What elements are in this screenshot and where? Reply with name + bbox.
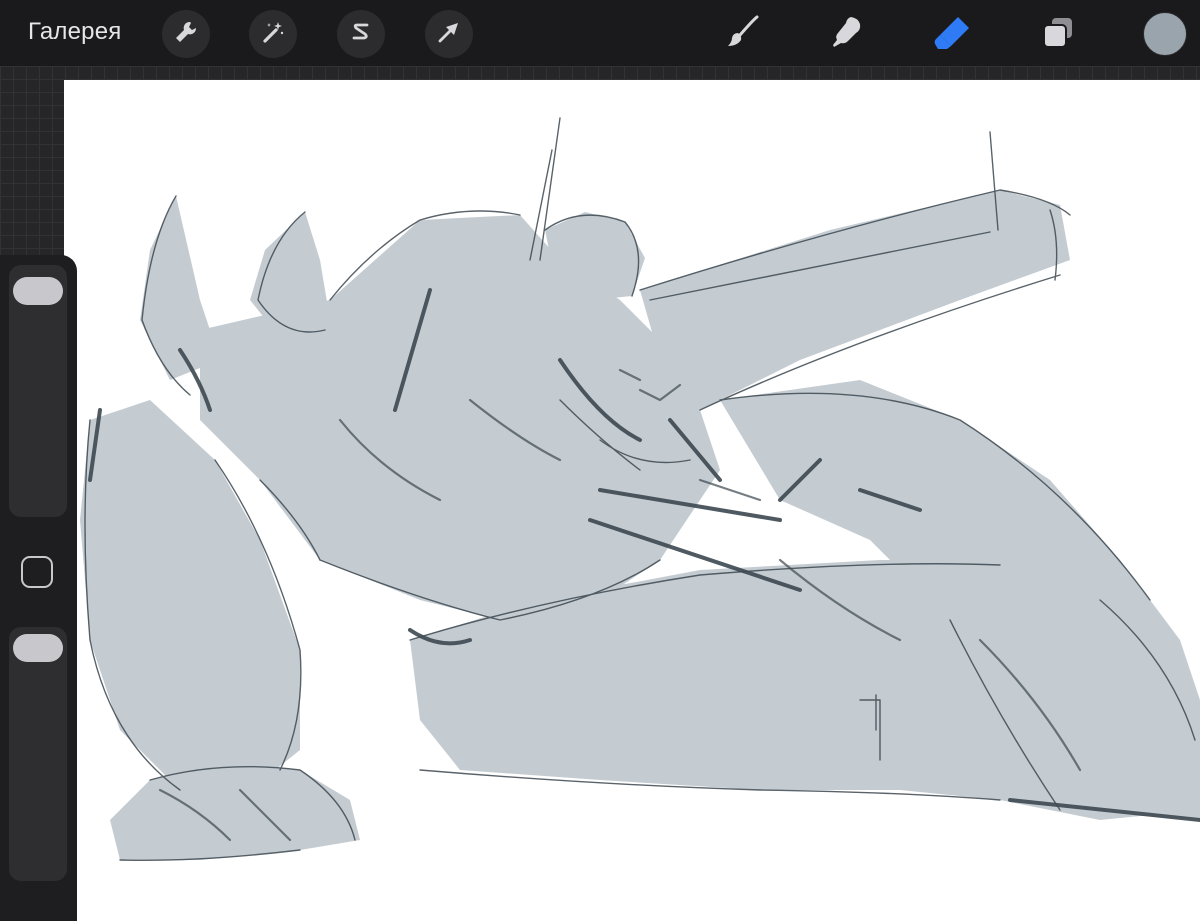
opacity-slider[interactable] xyxy=(9,627,67,881)
selection-tool-button[interactable] xyxy=(337,10,385,58)
smudge-finger-icon xyxy=(829,14,865,55)
magic-wand-icon xyxy=(260,19,286,50)
transform-tool-button[interactable] xyxy=(425,10,473,58)
eraser-icon xyxy=(932,14,972,55)
top-toolbar: Галерея xyxy=(0,0,1200,66)
actions-tool-button[interactable] xyxy=(162,10,210,58)
arrow-cursor-icon xyxy=(436,19,462,50)
procreate-app: Галерея xyxy=(0,0,1200,921)
layers-tool-button[interactable] xyxy=(1034,10,1082,58)
color-picker-button[interactable] xyxy=(1143,12,1187,56)
left-sidebar xyxy=(0,255,77,921)
gallery-button[interactable]: Галерея xyxy=(28,18,121,46)
eraser-tool-button[interactable] xyxy=(928,10,976,58)
drawing-canvas[interactable] xyxy=(64,80,1200,921)
opacity-handle[interactable] xyxy=(13,634,63,662)
wrench-icon xyxy=(173,19,199,50)
adjustments-tool-button[interactable] xyxy=(249,10,297,58)
layers-icon xyxy=(1040,14,1076,55)
brush-tool-button[interactable] xyxy=(718,10,766,58)
brush-icon xyxy=(724,14,760,55)
brush-size-slider[interactable] xyxy=(9,265,67,517)
selection-s-icon xyxy=(348,19,374,50)
brush-size-handle[interactable] xyxy=(13,277,63,305)
sketch-artwork xyxy=(80,117,1200,861)
smudge-tool-button[interactable] xyxy=(823,10,871,58)
square-modify-icon[interactable] xyxy=(21,556,53,588)
